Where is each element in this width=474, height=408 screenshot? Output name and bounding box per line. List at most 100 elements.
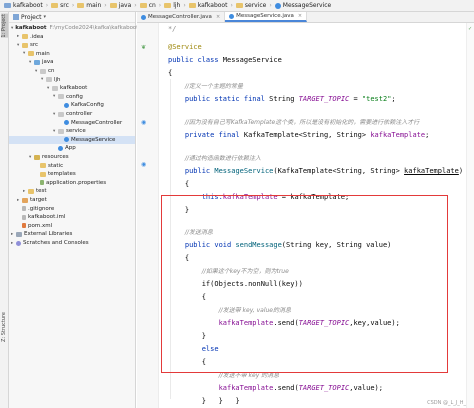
folder-icon [164, 3, 172, 8]
tree-item[interactable]: ▸ target [9, 196, 135, 204]
package-icon [46, 77, 52, 83]
tree-item[interactable]: ▾ config [9, 93, 135, 101]
package-icon [58, 94, 64, 100]
package-icon [40, 68, 46, 74]
chevron-right-icon: › [45, 2, 49, 9]
chevron-down-icon[interactable]: ▾ [11, 26, 13, 31]
tab-message-service[interactable]: MessageService.java × [225, 12, 308, 22]
tree-item[interactable]: application.properties [9, 179, 135, 187]
tree-item[interactable]: ▸ test [9, 187, 135, 195]
tree-item[interactable]: templates [9, 170, 135, 178]
autowire-icon[interactable]: ◉ [141, 161, 146, 168]
tree-item[interactable]: ▾ cn [9, 67, 135, 75]
chevron-right-icon: › [134, 2, 137, 9]
chevron-down-icon[interactable]: ▾ [44, 14, 47, 20]
watermark: CSDN @_L_J_H_ [427, 400, 466, 406]
tree-item-label: resources [42, 154, 69, 160]
class-icon [64, 120, 69, 126]
tree-item[interactable]: ▾ java [9, 58, 135, 66]
structure-tool-button[interactable]: Z: Structure [1, 312, 8, 342]
tree-item-label: ljh [54, 76, 61, 83]
tree-item[interactable]: ▾ service [9, 127, 135, 135]
project-tool-button[interactable]: 1: Project [1, 14, 8, 38]
tree-item[interactable]: ▾ ljh [9, 76, 135, 84]
tree-item[interactable]: MessageController [9, 119, 135, 127]
tree-item-label: application.properties [46, 179, 107, 186]
properties-file-icon [40, 180, 44, 186]
breadcrumb: kafkaboot › src › main › java › cn › ljh › kafkaboot… [0, 0, 474, 12]
tree-item-label: service [66, 128, 86, 135]
chevron-right-icon: › [230, 2, 233, 9]
tree-item[interactable]: KafkaConfig [9, 101, 135, 109]
breadcrumb-item[interactable]: ljh [164, 2, 180, 9]
breadcrumb-item[interactable]: main [77, 2, 101, 9]
breadcrumb-item[interactable]: service [235, 2, 266, 9]
library-icon [16, 231, 22, 237]
tree-item-label: test [36, 188, 47, 195]
tree-item[interactable]: static [9, 162, 135, 170]
breadcrumb-item[interactable]: kafkaboot [4, 2, 43, 9]
breadcrumb-label: main [86, 2, 102, 9]
close-icon[interactable]: × [298, 13, 302, 19]
breadcrumb-item[interactable]: kafkaboot [188, 2, 228, 9]
code-line: public MessageService(KafkaTemplate<Stri… [184, 167, 464, 175]
tree-item[interactable]: ▾ kafkaboot F:\myCode2024\kafka\kafkaboot [9, 24, 138, 32]
tool-window-strip: 1: Project Z: Structure [0, 12, 9, 408]
chevron-right-icon: › [104, 2, 107, 9]
project-panel-header[interactable]: Project ▾ [9, 12, 135, 23]
tree-item[interactable]: ▾ resources [9, 153, 135, 161]
tree-item[interactable]: ▾ main [9, 50, 135, 58]
scratch-icon [16, 240, 21, 246]
tree-item[interactable]: ▾ src [9, 41, 135, 49]
breadcrumb-label: kafkaboot [197, 2, 228, 9]
tree-item-label: .idea [30, 33, 44, 40]
folder-icon [40, 171, 46, 177]
tree-item[interactable]: App [9, 144, 135, 152]
folder-icon [188, 3, 196, 8]
tree-item[interactable]: ▾ controller [9, 110, 135, 118]
code-line: { [184, 180, 190, 188]
spring-bean-icon[interactable]: ❦ [141, 44, 146, 51]
close-icon[interactable]: × [216, 14, 220, 20]
breadcrumb-item[interactable]: MessageService [274, 2, 331, 9]
tree-item[interactable]: ▸ External Libraries [9, 230, 135, 238]
tree-item-label: kafkaboot.iml [28, 214, 66, 221]
code-line: @Service [168, 43, 202, 51]
tree-item[interactable]: ▾ kafkaboot [9, 84, 135, 92]
xml-file-icon [22, 223, 26, 229]
tree-item[interactable]: pom.xml [9, 222, 135, 230]
tab-message-controller[interactable]: MessageController.java × [137, 12, 226, 22]
tree-item-label: kafkaboot [15, 25, 47, 31]
autowire-icon[interactable]: ◉ [141, 119, 146, 126]
folder-icon [109, 3, 117, 8]
folder-icon [28, 188, 34, 194]
tree-item[interactable]: .gitignore [9, 205, 135, 213]
code-line: { [168, 69, 173, 77]
package-icon [58, 111, 64, 117]
code-line: public class MessageService [168, 56, 282, 64]
breadcrumb-item[interactable]: src [51, 2, 69, 9]
tree-item-label: main [36, 50, 50, 57]
tree-item-label: templates [48, 171, 76, 178]
editor-tabs: MessageController.java × MessageService.… [137, 12, 474, 23]
breadcrumb-item[interactable]: java [109, 2, 131, 9]
class-icon [58, 145, 63, 151]
editor-scrollbar[interactable]: ✓ [466, 23, 474, 408]
tree-item-label: MessageService [71, 136, 116, 143]
source-folder-icon [34, 59, 40, 65]
tree-item[interactable]: kafkaboot.iml [9, 213, 135, 221]
code-line: //通过构造函数进行依赖注入 [184, 155, 261, 162]
tree-item[interactable]: ▸ Scratches and Consoles [9, 239, 135, 247]
tree-item[interactable]: MessageService [9, 135, 135, 144]
editor-gutter[interactable]: ❦ ◉ ◉ [137, 23, 159, 408]
tree-item[interactable]: ▸ .idea [9, 33, 135, 41]
chevron-right-icon: › [71, 2, 75, 9]
tree-item-label: kafkaboot [60, 85, 88, 92]
folder-icon [77, 3, 85, 8]
code-line: kafkaTemplate.send(TARGET_TOPIC,value); [218, 384, 383, 392]
tree-item-label: .gitignore [28, 205, 55, 212]
folder-icon [22, 42, 28, 48]
breadcrumb-item[interactable]: cn [139, 2, 156, 9]
chevron-right-icon: › [269, 2, 272, 9]
tree-item-label: config [66, 93, 83, 100]
